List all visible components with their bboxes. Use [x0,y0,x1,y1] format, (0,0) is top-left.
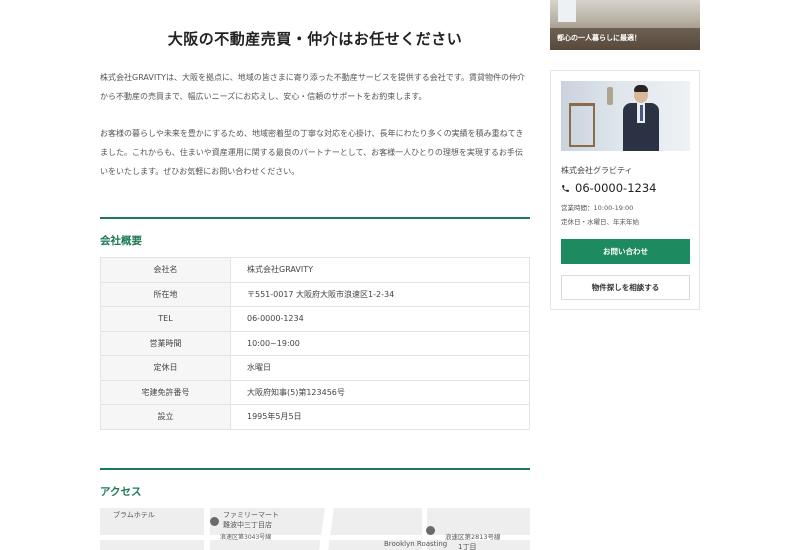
row-value: 06-0000-1234 [230,306,530,332]
intro-paragraph: お客様の暮らしや未来を豊かにするため、地域密着型の丁寧な対応を心掛け、長年にわた… [100,129,524,176]
consult-button[interactable]: 物件探しを相談する [561,275,690,300]
row-value: 大阪府知事(5)第123456号 [230,379,530,405]
table-row: 所在地 〒551-0017 大阪府大阪市浪速区1-2-34 [100,281,530,307]
phone-icon [562,184,569,192]
row-value: 〒551-0017 大阪府大阪市浪速区1-2-34 [230,281,530,307]
phone-text: 06-0000-1234 [575,181,657,195]
map-label: Brooklyn Roasting [384,540,448,548]
row-value: 1995年5月5日 [230,404,530,430]
contact-button[interactable]: お問い合わせ [561,239,690,264]
row-label: 会社名 [100,257,231,283]
contact-card: 株式会社グラビティ 06-0000-1234 営業時間：10:00-19:00 … [550,70,700,310]
row-value: 株式会社GRAVITY [230,257,530,283]
table-row: 設立 1995年5月5日 [100,404,530,430]
map-pin-icon [210,517,219,526]
map-label: ブラムホテル [113,511,155,519]
access-map[interactable]: ブラムホテル ファミリーマート 難波中三丁目店 浪速区第3043号線 浪速区第2… [100,508,530,550]
map-label: 難波中三丁目店 [223,521,272,529]
table-row: TEL 06-0000-1234 [100,306,530,332]
map-label: 浪速区第3043号線 [220,534,272,541]
map-pin-icon [426,526,435,535]
intro-text: 株式会社GRAVITYは、大阪を拠点に、地域の皆さまに寄り添った不動産サービスを… [100,68,530,199]
banner-image [558,0,576,22]
table-row: 会社名 株式会社GRAVITY [100,257,530,283]
row-label: 設立 [100,404,231,430]
business-hours: 営業時間：10:00-19:00 [561,204,634,212]
company-overview-table: 会社名 株式会社GRAVITY 所在地 〒551-0017 大阪府大阪市浪速区1… [100,257,530,430]
row-value: 水曜日 [230,355,530,381]
row-label: 定休日 [100,355,231,381]
table-row: 宅建免許番号 大阪府知事(5)第123456号 [100,379,530,405]
holiday-info: 定休日・水曜日、年末年始 [561,218,639,226]
company-overview-heading: 会社概要 [100,235,142,247]
section-divider [100,217,530,219]
map-road [319,508,334,550]
intro-paragraph: 株式会社GRAVITYは、大阪を拠点に、地域の皆さまに寄り添った不動産サービスを… [100,73,525,101]
row-label: 宅建免許番号 [100,379,231,405]
phone-number[interactable]: 06-0000-1234 [561,181,656,195]
access-heading: アクセス [100,486,142,498]
map-label: 1丁目 [458,543,477,550]
staff-photo [561,81,690,151]
row-label: TEL [100,306,231,332]
row-label: 営業時間 [100,330,231,356]
page-title: 大阪の不動産売買・仲介はお任せください [167,30,463,48]
map-label: 浪速区第2813号線 [445,533,501,541]
row-value: 10:00~19:00 [230,330,530,356]
map-road [204,508,210,550]
table-row: 定休日 水曜日 [100,355,530,381]
promo-banner[interactable]: 都心の一人暮らしに最適！ [550,0,700,50]
table-row: 営業時間 10:00~19:00 [100,330,530,356]
banner-caption: 都心の一人暮らしに最適！ [557,34,641,42]
row-label: 所在地 [100,281,231,307]
section-divider [100,468,530,470]
company-name: 株式会社グラビティ [561,166,633,175]
map-label: ファミリーマート [223,511,279,519]
